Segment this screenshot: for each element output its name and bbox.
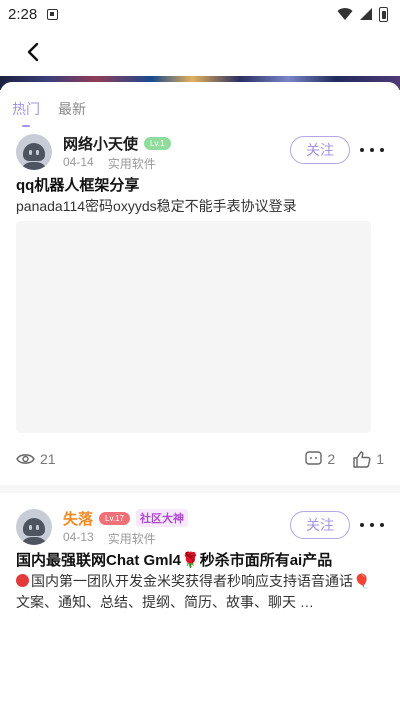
follow-button[interactable]: 关注 — [290, 136, 350, 164]
avatar[interactable] — [16, 509, 52, 545]
level-badge: Lv.1 — [144, 136, 171, 150]
signal-icon — [360, 8, 372, 20]
community-badge: 社区大神 — [136, 509, 188, 527]
post-title[interactable]: 国内最强联网Chat Gml4🌹秒杀市面所有ai产品 — [16, 550, 384, 571]
likes-count: 1 — [376, 451, 384, 467]
post-category[interactable]: 实用软件 — [108, 530, 156, 547]
post-date: 04-13 — [63, 530, 94, 544]
battery-icon — [379, 6, 388, 22]
post-title[interactable]: qq机器人框架分享 — [16, 175, 384, 196]
status-time: 2:28 — [8, 5, 38, 23]
more-dots-icon[interactable] — [360, 144, 384, 156]
notification-app-icon — [47, 8, 59, 20]
post-stats: 21 2 1 — [16, 433, 384, 485]
level-badge: Lv.17 — [99, 511, 130, 525]
status-bar: 2:28 — [0, 0, 400, 28]
more-dots-icon[interactable] — [360, 519, 384, 531]
avatar[interactable] — [16, 134, 52, 170]
post-image-placeholder[interactable] — [16, 221, 371, 433]
comment-icon — [305, 451, 323, 465]
post-header: 失落 Lv.17 社区大神 04-13 实用软件 关注 — [16, 509, 384, 549]
tab-hot[interactable]: 热门 — [12, 99, 40, 134]
nav-bar — [0, 28, 400, 76]
views-count: 21 — [40, 451, 56, 467]
post-category[interactable]: 实用软件 — [108, 155, 156, 172]
post-card[interactable]: 失落 Lv.17 社区大神 04-13 实用软件 关注 国内最强联网Chat G… — [0, 493, 400, 613]
thumb-up-icon — [353, 450, 371, 468]
username[interactable]: 失落 — [63, 508, 93, 529]
wifi-icon — [337, 8, 353, 20]
arrow-left-icon — [27, 42, 39, 62]
post-text[interactable]: panada114密码oxyyds稳定不能手表协议登录 — [16, 196, 384, 217]
likes-stat[interactable]: 1 — [353, 450, 384, 468]
post-header: 网络小天使 Lv.1 04-14 实用软件 关注 — [16, 134, 384, 174]
username[interactable]: 网络小天使 — [63, 133, 138, 154]
tab-latest[interactable]: 最新 — [58, 99, 86, 134]
post-divider — [0, 485, 400, 493]
red-circle-icon — [16, 574, 29, 587]
follow-button[interactable]: 关注 — [290, 511, 350, 539]
post-card[interactable]: 网络小天使 Lv.1 04-14 实用软件 关注 qq机器人框架分享 panad… — [0, 134, 400, 485]
tab-bar: 热门 最新 — [0, 82, 400, 134]
author-meta: 网络小天使 Lv.1 04-14 实用软件 — [63, 134, 171, 172]
post-text[interactable]: 国内第一团队开发金米奖获得者秒响应支持语音通话🎈文案、通知、总结、提纲、简历、故… — [16, 571, 384, 613]
status-icons — [337, 6, 388, 22]
post-date: 04-14 — [63, 155, 94, 169]
back-button[interactable] — [18, 37, 48, 67]
views-stat: 21 — [16, 451, 56, 467]
content-panel: 热门 最新 网络小天使 Lv.1 04-14 实用软件 关注 qq机器人框架分享… — [0, 82, 400, 711]
comments-count: 2 — [327, 451, 336, 467]
comments-stat[interactable]: 2 — [305, 451, 335, 467]
eye-icon — [16, 454, 35, 464]
author-meta: 失落 Lv.17 社区大神 04-13 实用软件 — [63, 509, 188, 547]
post-text-body: 国内第一团队开发金米奖获得者秒响应支持语音通话🎈文案、通知、总结、提纲、简历、故… — [16, 573, 371, 610]
